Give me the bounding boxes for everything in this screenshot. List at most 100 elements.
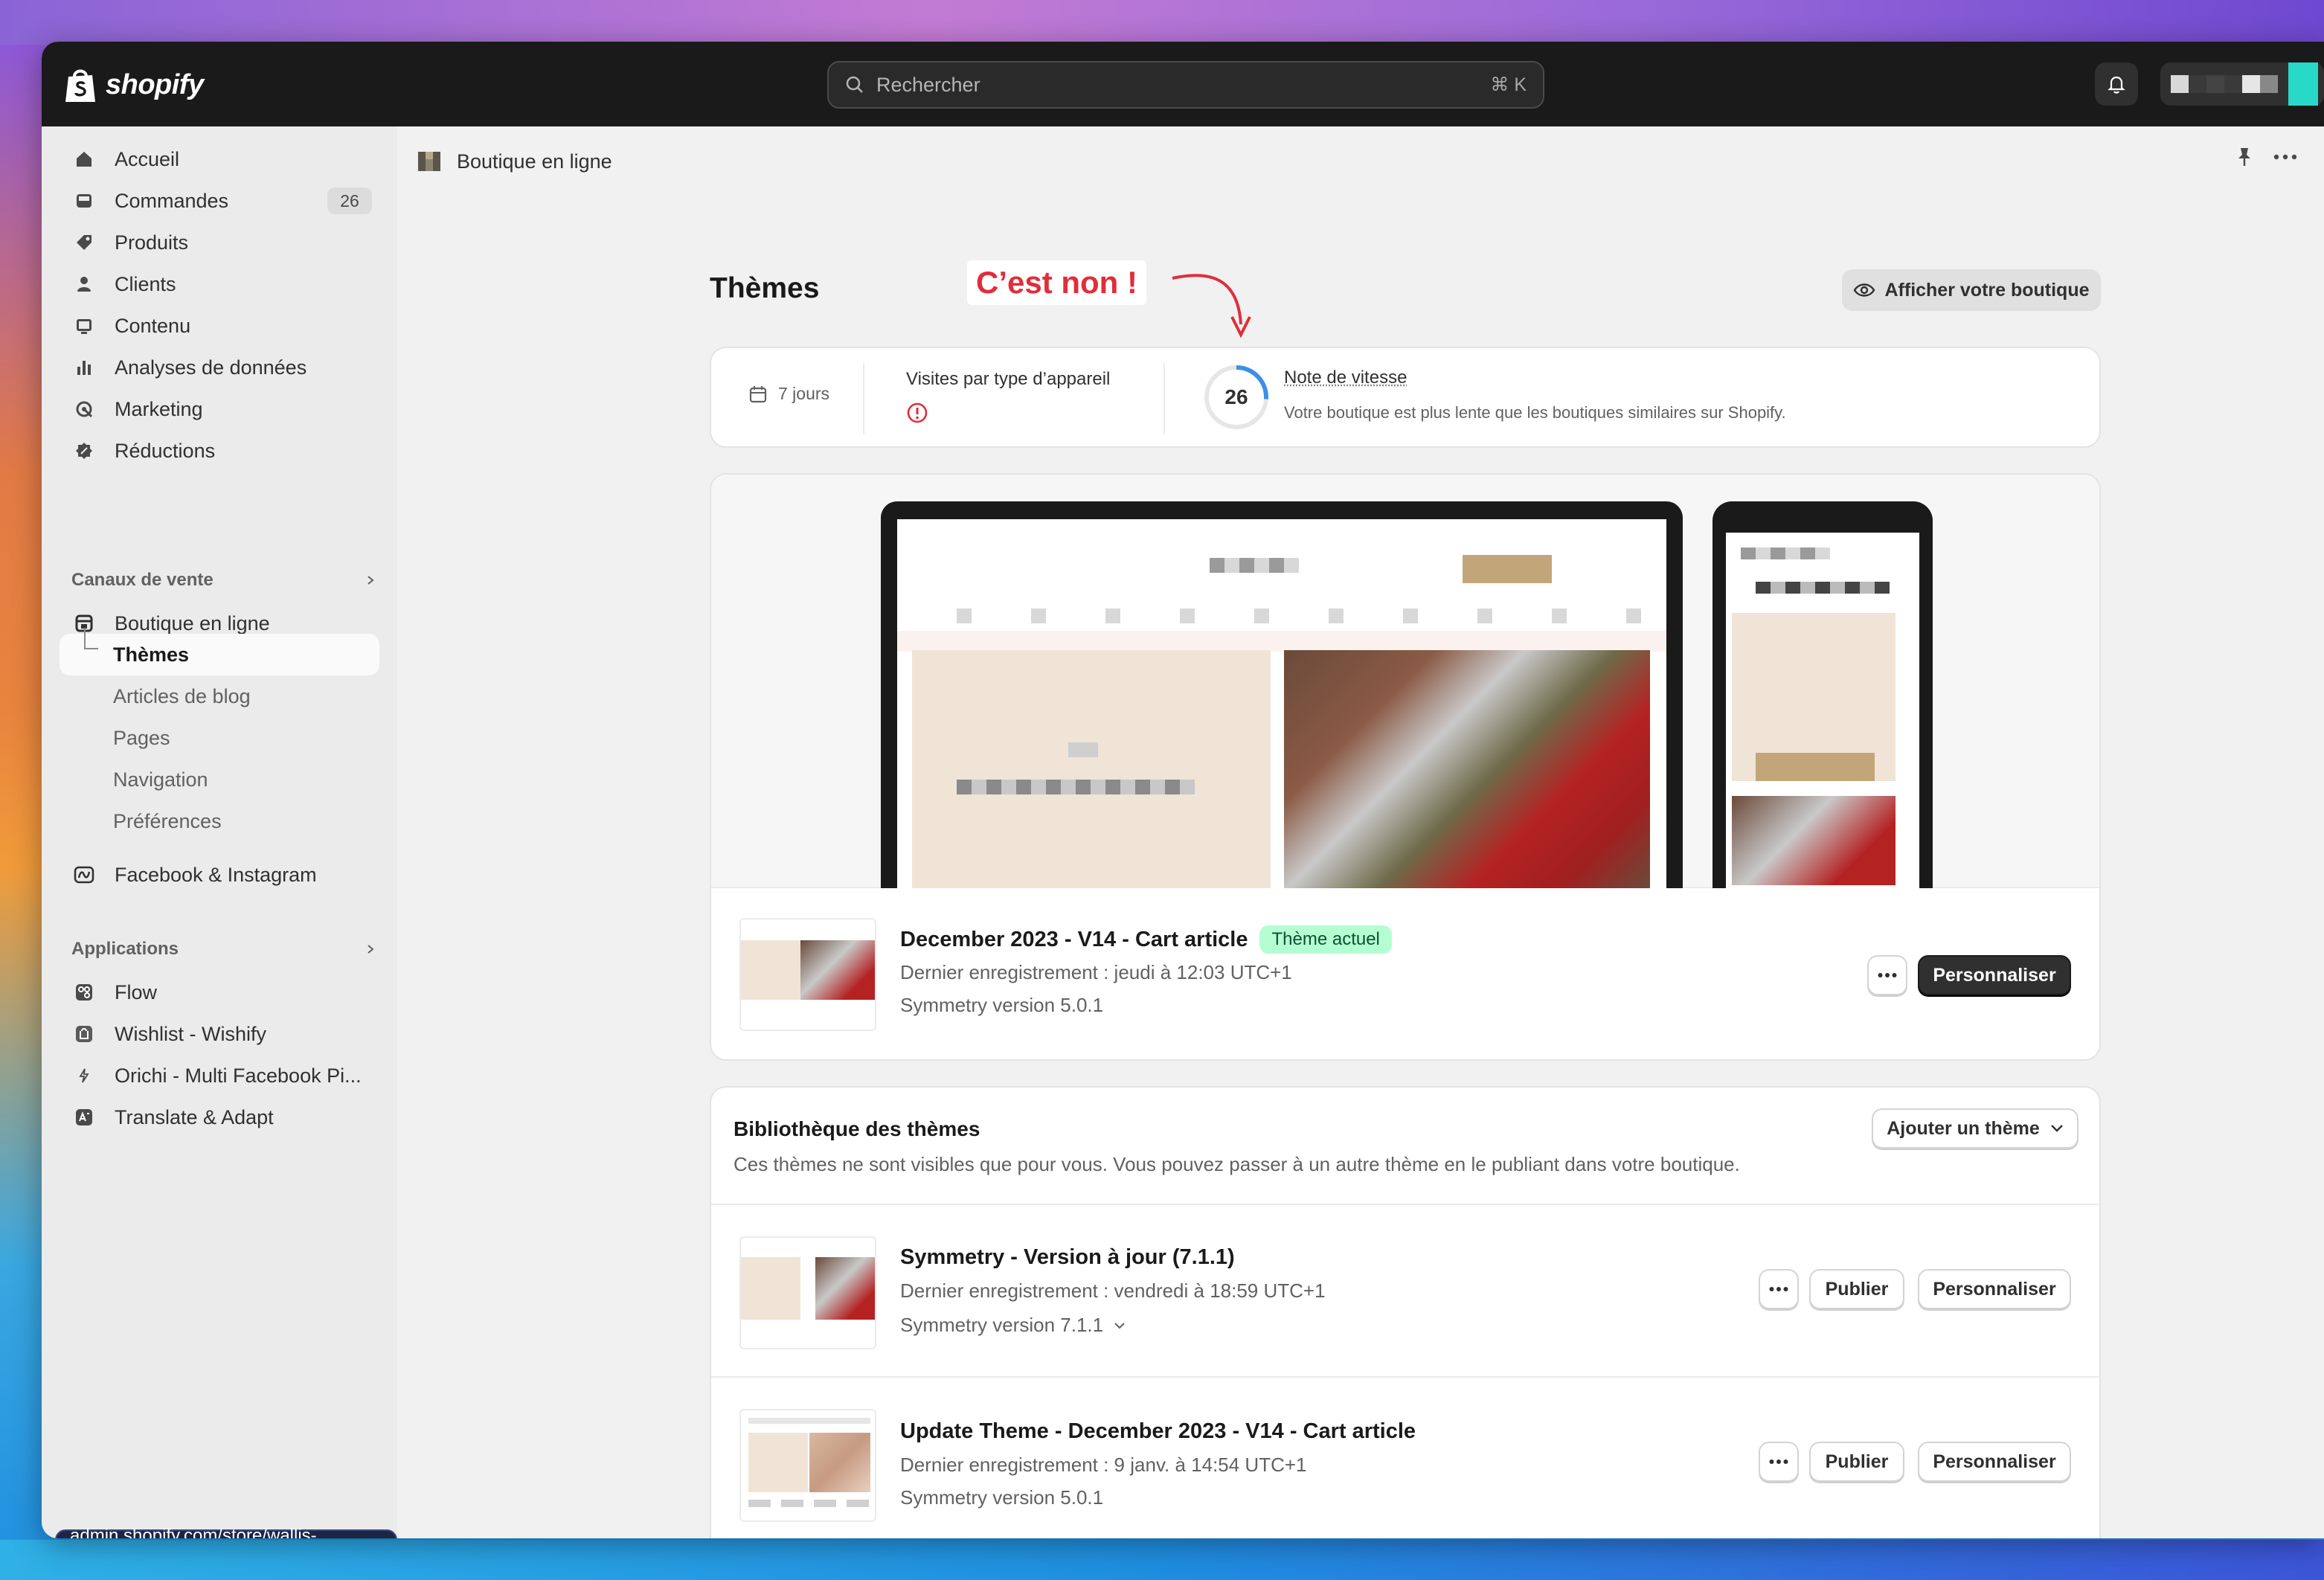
desktop-background-bottom — [0, 1540, 2324, 1580]
brand-name: shopify — [106, 68, 204, 100]
search-input[interactable]: Rechercher ⌘ K — [827, 61, 1544, 109]
device-visits-label: Visites par type d’appareil — [906, 369, 1111, 389]
eye-icon — [1854, 283, 1875, 297]
sidebar-item-analytics[interactable]: Analyses de données — [60, 347, 379, 388]
device-visits-stat[interactable]: Visites par type d’appareil — [906, 369, 1110, 428]
theme-preview[interactable] — [711, 475, 2099, 888]
header-actions — [2235, 146, 2297, 168]
calendar-icon — [749, 385, 767, 402]
sidebar-item-label: Pages — [113, 726, 170, 749]
sidebar-item-app-flow[interactable]: Flow — [60, 972, 379, 1013]
desktop-preview-screen — [897, 519, 1666, 888]
sidebar-item-products[interactable]: Produits — [60, 222, 379, 263]
theme-library-card: Bibliothèque des thèmes Ces thèmes ne so… — [710, 1086, 2101, 1538]
shopify-logo[interactable]: shopify — [64, 64, 204, 106]
apps-section[interactable]: Applications — [71, 928, 376, 970]
avatar-pixel — [2242, 75, 2260, 93]
sidebar: Accueil Commandes 26 Produits Clients Co… — [42, 126, 397, 1538]
chevron-down-icon — [1114, 1322, 1125, 1329]
pin-icon[interactable] — [2235, 146, 2254, 168]
sidebar-item-label: Orichi - Multi Facebook Pi... — [115, 1064, 362, 1087]
sidebar-item-discounts[interactable]: Réductions — [60, 430, 379, 472]
library-theme-thumbnail — [739, 1236, 876, 1349]
library-theme-saved: Dernier enregistrement : vendredi à 18:5… — [900, 1279, 1326, 1302]
add-theme-label: Ajouter un thème — [1887, 1117, 2040, 1139]
library-theme-version: Symmetry version 5.0.1 — [900, 1486, 1104, 1509]
library-theme-publish-button[interactable]: Publier — [1809, 1269, 1904, 1309]
sidebar-item-pages[interactable]: Pages — [60, 717, 379, 759]
shopping-bag-icon — [65, 69, 95, 102]
library-theme-version: Symmetry version 7.1.1 — [900, 1314, 1104, 1336]
sidebar-item-home[interactable]: Accueil — [60, 138, 379, 180]
view-store-button[interactable]: Afficher votre boutique — [1842, 269, 2101, 311]
discount-icon — [73, 440, 95, 462]
notifications-button[interactable] — [2095, 62, 2138, 106]
desktop-background-top — [0, 0, 2324, 45]
image-icon — [73, 315, 95, 337]
view-store-label: Afficher votre boutique — [1884, 279, 2090, 301]
person-icon — [73, 273, 95, 295]
version-selector[interactable]: Symmetry version 7.1.1 — [900, 1314, 1126, 1337]
breadcrumb-label: Boutique en ligne — [457, 150, 612, 173]
main-content: Boutique en ligne Thèmes C’est non ! Aff… — [397, 126, 2324, 1538]
current-theme-more-button[interactable] — [1867, 955, 1907, 995]
speed-label[interactable]: Note de vitesse — [1284, 367, 1407, 388]
sidebar-item-themes[interactable]: Thèmes — [60, 628, 379, 675]
tree-branch-icon — [84, 628, 98, 649]
account-menu[interactable] — [2160, 62, 2324, 106]
sidebar-item-navigation[interactable]: Navigation — [60, 759, 379, 800]
library-title: Bibliothèque des thèmes — [734, 1117, 980, 1140]
sidebar-item-customers[interactable]: Clients — [60, 263, 379, 305]
sidebar-item-app-translate[interactable]: Translate & Adapt — [60, 1096, 379, 1138]
sidebar-item-content[interactable]: Contenu — [60, 305, 379, 347]
library-theme-more-button[interactable] — [1759, 1442, 1799, 1482]
mobile-preview-screen — [1726, 533, 1919, 888]
bar-chart-icon — [73, 356, 95, 379]
sidebar-item-preferences[interactable]: Préférences — [60, 800, 379, 842]
more-icon — [1878, 973, 1897, 977]
add-theme-button[interactable]: Ajouter un thème — [1872, 1108, 2079, 1149]
sidebar-item-label: Réductions — [115, 439, 216, 462]
warning-icon — [907, 402, 928, 423]
divider — [1163, 363, 1165, 434]
library-theme-customize-button[interactable]: Personnaliser — [1918, 1442, 2071, 1482]
sidebar-item-label: Boutique en ligne — [115, 611, 270, 635]
sidebar-item-app-wishlist[interactable]: Wishlist - Wishify — [60, 1013, 379, 1055]
sidebar-item-orders[interactable]: Commandes 26 — [60, 180, 379, 222]
more-icon — [1769, 1459, 1788, 1464]
chevron-right-icon — [367, 576, 374, 585]
period-selector[interactable]: 7 jours — [748, 384, 829, 404]
avatar-pixel — [2260, 75, 2278, 93]
library-theme-customize-button[interactable]: Personnaliser — [1918, 1269, 2071, 1309]
desktop-preview — [881, 501, 1683, 888]
avatar-pixel — [2224, 75, 2242, 93]
speed-score-ring[interactable]: 26 — [1202, 363, 1271, 431]
sidebar-item-label: Préférences — [113, 809, 222, 832]
current-theme-card: December 2023 - V14 - Cart article Thème… — [710, 473, 2101, 1061]
sidebar-item-label: Clients — [115, 272, 176, 295]
divider — [711, 1376, 2099, 1378]
more-icon[interactable] — [2273, 153, 2297, 161]
breadcrumb[interactable]: Boutique en ligne — [417, 144, 612, 179]
library-theme-thumbnail — [739, 1409, 876, 1522]
more-icon — [1769, 1287, 1788, 1291]
meta-icon — [73, 864, 95, 886]
sidebar-item-app-orichi[interactable]: Orichi - Multi Facebook Pi... — [60, 1055, 379, 1096]
library-theme-more-button[interactable] — [1759, 1269, 1799, 1309]
annotation-label: C’est non ! — [967, 260, 1146, 305]
store-avatar — [2288, 62, 2318, 106]
current-theme-customize-button[interactable]: Personnaliser — [1918, 955, 2071, 995]
top-bar: shopify Rechercher ⌘ K — [42, 42, 2324, 126]
status-bar-url: admin.shopify.com/store/wallis-paris/the… — [55, 1526, 397, 1538]
sales-channels-section[interactable]: Canaux de vente — [71, 559, 376, 601]
sidebar-item-label: Analyses de données — [115, 356, 307, 379]
sidebar-item-facebook-instagram[interactable]: Facebook & Instagram — [60, 854, 379, 896]
current-theme-name-row: December 2023 - V14 - Cart article Thème… — [900, 925, 1392, 954]
bell-icon — [2108, 76, 2125, 94]
tag-icon — [73, 231, 95, 254]
sidebar-item-blog-posts[interactable]: Articles de blog — [60, 675, 379, 717]
current-theme-badge: Thème actuel — [1259, 925, 1392, 954]
library-theme-publish-button[interactable]: Publier — [1809, 1442, 1904, 1482]
sidebar-item-marketing[interactable]: Marketing — [60, 388, 379, 430]
library-theme-name: Update Theme - December 2023 - V14 - Car… — [900, 1419, 1416, 1443]
